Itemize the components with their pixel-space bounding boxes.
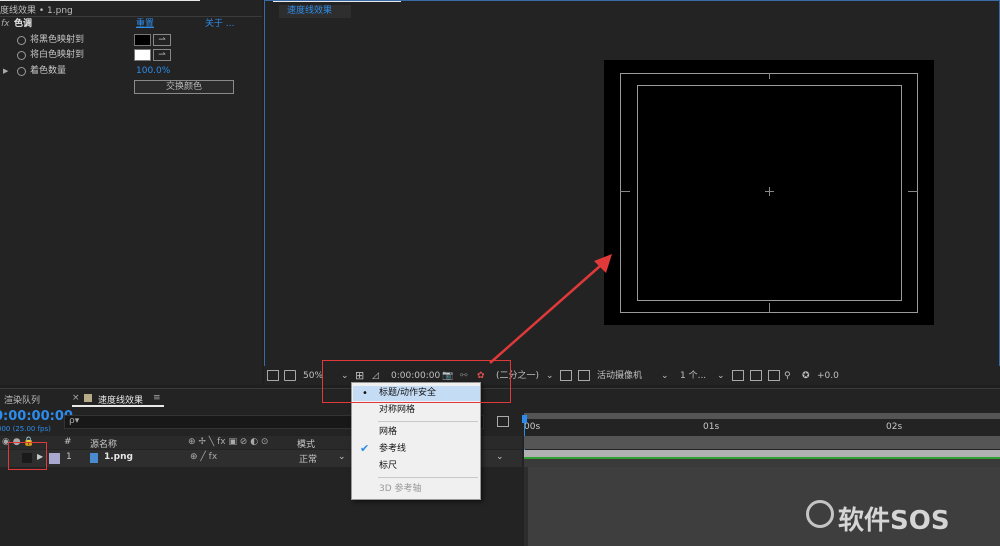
- chevron-down-icon[interactable]: ⌄: [338, 452, 346, 462]
- watermark-logo-icon: [806, 500, 834, 528]
- tab-close-icon[interactable]: ×: [72, 393, 80, 403]
- watermark-text: 软件SOS: [838, 506, 950, 536]
- layer-switch-icons: ⊕ ✢ ╲ fx ▣ ⊘ ◐ ⊙: [188, 437, 269, 447]
- annotation-box: [8, 442, 47, 470]
- image-file-icon: [90, 453, 98, 463]
- region-of-interest-icon[interactable]: [560, 370, 572, 381]
- ruler-label: 00s: [524, 422, 541, 432]
- center-tick: [908, 191, 918, 192]
- center-tick: [769, 73, 770, 79]
- prop-row-amount: ▶ 着色数量 100.0%: [0, 64, 262, 79]
- stopwatch-icon[interactable]: [17, 36, 26, 45]
- layer-switches[interactable]: ⊕ ╱ fx: [190, 452, 217, 462]
- fx-icon[interactable]: fx: [1, 17, 10, 32]
- column-number: #: [64, 437, 72, 447]
- layer-duration-bar[interactable]: [524, 450, 1000, 457]
- menu-item-rulers[interactable]: 标尺: [353, 459, 480, 474]
- comp-icon: [84, 394, 92, 402]
- prop-label: 将白色映射到: [30, 50, 85, 60]
- work-area-bar[interactable]: [524, 413, 1000, 419]
- current-timecode[interactable]: 0:00:00:00: [0, 409, 73, 424]
- prop-row-white: 将白色映射到 ⇀: [0, 48, 262, 63]
- layer-name[interactable]: 1.png: [104, 452, 133, 462]
- always-preview-icon[interactable]: [267, 370, 279, 381]
- color-swatch-white[interactable]: [134, 49, 151, 61]
- zoom-dropdown[interactable]: 50%: [303, 370, 323, 382]
- reset-link[interactable]: 重置: [136, 17, 154, 32]
- fast-preview-icon[interactable]: [750, 370, 762, 381]
- menu-item-symmetric-grid[interactable]: 对称网格: [353, 403, 480, 418]
- view-layout-dropdown[interactable]: 1 个...: [680, 370, 706, 382]
- annotation-arrow: [489, 254, 612, 364]
- menu-item-grid[interactable]: 网格: [353, 425, 480, 440]
- chevron-down-icon[interactable]: ⌄: [496, 452, 504, 462]
- menu-item-3d-axes[interactable]: 3D 参考轴: [353, 482, 480, 497]
- column-source-name[interactable]: 源名称: [90, 437, 117, 450]
- tab-render-queue[interactable]: 渲染队列: [4, 393, 40, 406]
- amount-value[interactable]: 100.0%: [136, 64, 170, 79]
- stopwatch-icon[interactable]: [17, 67, 26, 76]
- label-color-swatch[interactable]: [49, 453, 60, 464]
- layer-number: 1: [66, 452, 72, 462]
- center-tick: [769, 303, 770, 313]
- chevron-down-icon[interactable]: ⌄: [717, 370, 725, 382]
- comp-canvas[interactable]: [604, 60, 934, 325]
- menu-separator: [378, 421, 478, 422]
- eyedropper-icon[interactable]: ⇀: [153, 49, 171, 61]
- crosshair-icon: [769, 187, 770, 196]
- color-swatch-black[interactable]: [134, 34, 151, 46]
- graph-editor-icon[interactable]: [497, 416, 509, 427]
- ruler-label: 02s: [886, 422, 903, 432]
- layer-track[interactable]: [524, 457, 1000, 467]
- time-navigator-bar[interactable]: [524, 436, 1000, 449]
- search-icon: ρ▾: [69, 416, 80, 426]
- transparency-grid-icon[interactable]: [578, 370, 590, 381]
- about-link[interactable]: 关于 ...: [205, 17, 234, 32]
- column-mode[interactable]: 模式: [297, 437, 315, 450]
- exposure-value[interactable]: +0.0: [817, 370, 839, 382]
- effect-controls-panel: 度线效果 • 1.png fx 色调 重置 关于 ... 将黑色映射到 ⇀ 将白…: [0, 0, 262, 385]
- monitor-icon[interactable]: [284, 370, 296, 381]
- layer-mode-dropdown[interactable]: 正常: [299, 452, 317, 465]
- chevron-down-icon[interactable]: ⌄: [546, 370, 554, 382]
- toggle-pixel-aspect-icon[interactable]: [732, 370, 744, 381]
- chevron-down-icon[interactable]: ⌄: [661, 370, 669, 382]
- comp-tab[interactable]: 速度线效果: [279, 5, 351, 18]
- playhead-handle[interactable]: [522, 415, 527, 423]
- stopwatch-icon[interactable]: [17, 51, 26, 60]
- menu-separator: [378, 477, 478, 478]
- camera-view-dropdown[interactable]: 活动摄像机: [597, 370, 642, 382]
- flowchart-icon[interactable]: ⚲: [784, 370, 791, 382]
- timeline-toggle-icon[interactable]: [768, 370, 780, 381]
- eyedropper-icon[interactable]: ⇀: [153, 34, 171, 46]
- effect-name[interactable]: 色调: [14, 17, 32, 32]
- prop-row-black: 将黑色映射到 ⇀: [0, 33, 262, 48]
- effect-controls-tab-title[interactable]: 度线效果 • 1.png: [0, 3, 73, 16]
- ruler-label: 01s: [703, 422, 720, 432]
- effect-header-row: fx 色调 重置 关于 ...: [0, 17, 262, 32]
- expand-triangle-icon[interactable]: ▶: [3, 64, 8, 79]
- active-tab-underline: [72, 405, 164, 407]
- menu-item-guides[interactable]: 参考线: [353, 442, 480, 457]
- panel-top-highlight: [0, 0, 200, 1]
- prop-label: 着色数量: [30, 66, 67, 76]
- panel-top-highlight: [273, 1, 401, 2]
- fps-readout: 000 (25.00 fps): [0, 425, 51, 433]
- swap-colors-button[interactable]: 交换颜色: [134, 80, 234, 94]
- tab-menu-icon[interactable]: ≡: [153, 393, 161, 403]
- prop-label: 将黑色映射到: [30, 35, 85, 45]
- center-tick: [620, 191, 630, 192]
- reset-exposure-icon[interactable]: ✪: [802, 370, 810, 382]
